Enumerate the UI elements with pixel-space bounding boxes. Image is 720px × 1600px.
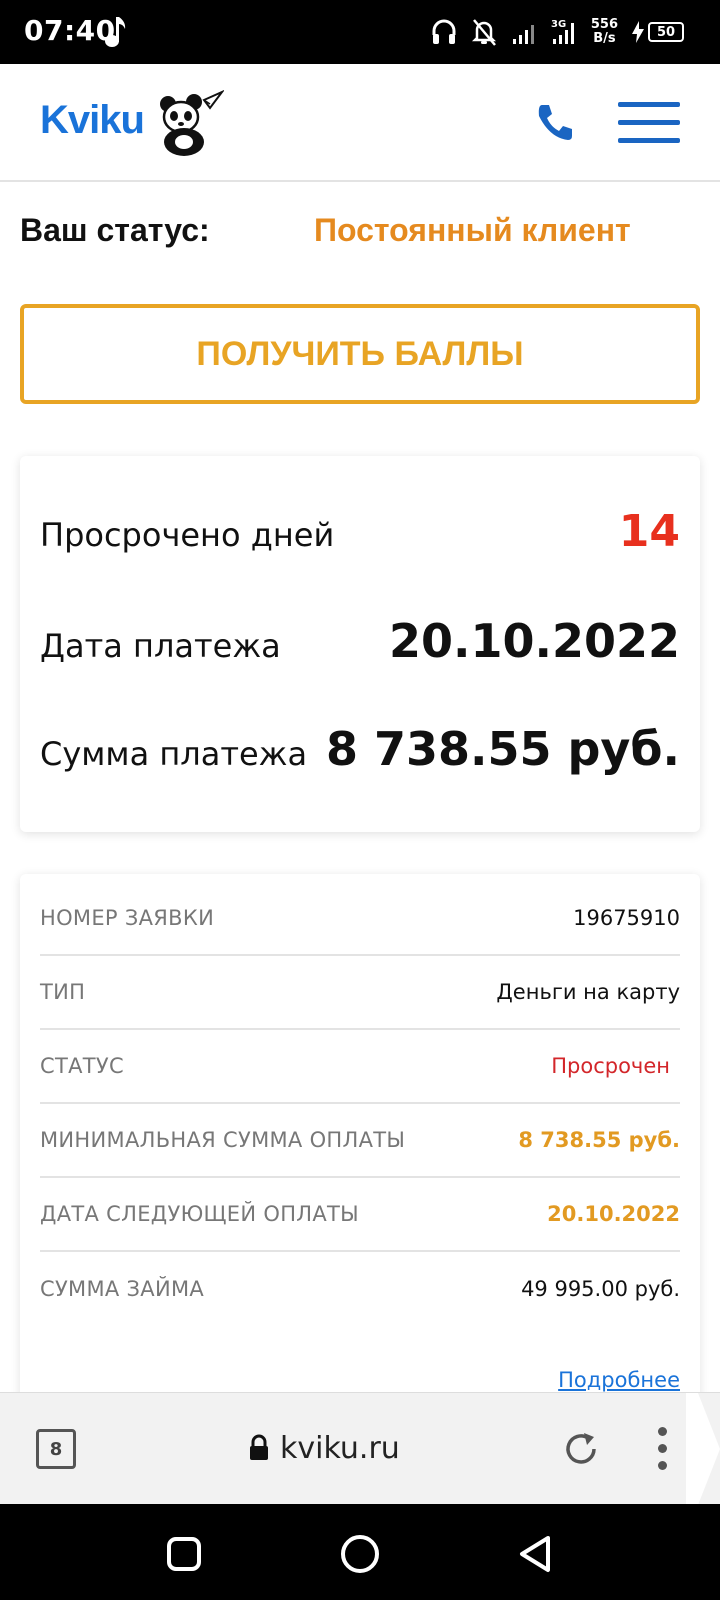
tabs-button[interactable]: 8 <box>36 1429 76 1469</box>
overdue-days-label: Просрочено дней <box>40 516 335 554</box>
site-header: Kviku <box>0 64 720 182</box>
table-row: ТИП Деньги на карту <box>40 956 680 1030</box>
table-row: СУММА ЗАЙМА 49 995.00 руб. <box>40 1252 680 1326</box>
payment-amount-value: 8 738.55 руб. <box>325 722 680 776</box>
home-icon[interactable] <box>338 1532 382 1576</box>
loan-amount-label: СУММА ЗАЙМА <box>40 1277 205 1301</box>
status-value: Постоянный клиент <box>314 212 631 248</box>
battery: 50 <box>632 21 684 43</box>
table-row: НОМЕР ЗАЯВКИ 19675910 <box>40 882 680 956</box>
reload-icon[interactable] <box>562 1429 600 1469</box>
network-type-label: 3G <box>551 19 566 30</box>
headphones-icon <box>432 19 456 44</box>
status-label: Ваш статус: <box>20 212 210 248</box>
loan-amount-value: 49 995.00 руб. <box>521 1277 680 1301</box>
panda-logo-icon <box>160 90 224 156</box>
payment-date-row: Дата платежа 20.10.2022 <box>40 614 680 668</box>
net-speed-value: 556 <box>590 17 618 32</box>
charging-icon <box>632 21 644 43</box>
status-bar: 07:40 3G 556 B/s 50 <box>0 0 720 64</box>
net-speed: 556 B/s <box>591 18 618 46</box>
url-text: kviku.ru <box>280 1430 400 1466</box>
music-note-icon <box>105 17 126 47</box>
payment-date-value: 20.10.2022 <box>388 614 680 668</box>
payment-date-label: Дата платежа <box>40 627 281 665</box>
phone-icon[interactable] <box>536 102 574 142</box>
signal-icon <box>512 25 534 44</box>
loan-status-label: СТАТУС <box>40 1054 124 1078</box>
overdue-days-value: 14 <box>618 506 680 557</box>
more-details-link[interactable]: Подробнее <box>558 1368 680 1392</box>
next-payment-date-label: ДАТА СЛЕДУЮЩЕЙ ОПЛАТЫ <box>40 1202 359 1226</box>
kviku-logo[interactable]: Kviku <box>40 90 224 160</box>
overdue-days-row: Просрочено дней 14 <box>40 506 680 557</box>
next-payment-date-value: 20.10.2022 <box>547 1202 680 1226</box>
table-row: ДАТА СЛЕДУЮЩЕЙ ОПЛАТЫ 20.10.2022 <box>40 1178 680 1252</box>
back-icon[interactable] <box>514 1532 558 1576</box>
min-payment-label: МИНИМАЛЬНАЯ СУММА ОПЛАТЫ <box>40 1128 406 1152</box>
recent-apps-icon[interactable] <box>162 1532 206 1576</box>
status-time: 07:40 <box>24 14 116 47</box>
browser-toolbar: 8 kviku.ru <box>0 1392 720 1505</box>
table-row: МИНИМАЛЬНАЯ СУММА ОПЛАТЫ 8 738.55 руб. <box>40 1104 680 1178</box>
type-value: Деньги на карту <box>496 980 680 1004</box>
signal-3g-icon: 3G <box>551 19 574 44</box>
payment-summary-card: Просрочено дней 14 Дата платежа 20.10.20… <box>20 456 700 832</box>
loan-details-card: НОМЕР ЗАЯВКИ 19675910 ТИП Деньги на карт… <box>20 874 700 1434</box>
navigation-bar <box>0 1504 720 1600</box>
application-number-label: НОМЕР ЗАЯВКИ <box>40 906 215 930</box>
bell-off-icon <box>471 19 496 46</box>
more-options-icon[interactable] <box>650 1427 674 1471</box>
logo-text: Kviku <box>40 98 145 142</box>
address-bar[interactable]: kviku.ru <box>248 1423 400 1473</box>
application-number-value: 19675910 <box>573 906 680 930</box>
net-speed-unit: B/s <box>593 31 616 46</box>
payment-amount-label: Сумма платежа <box>40 735 308 773</box>
menu-icon[interactable] <box>618 102 680 144</box>
payment-amount-row: Сумма платежа 8 738.55 руб. <box>40 722 680 776</box>
browser-edge-decoration <box>686 1393 720 1505</box>
table-row: СТАТУС Просрочен <box>40 1030 680 1104</box>
battery-icon: 50 <box>648 22 684 42</box>
lock-icon <box>250 1434 268 1460</box>
loan-status-value: Просрочен <box>551 1054 670 1078</box>
status-icons: 3G 556 B/s 50 <box>431 14 684 50</box>
min-payment-value: 8 738.55 руб. <box>518 1128 680 1152</box>
type-label: ТИП <box>40 980 86 1004</box>
get-points-button[interactable]: ПОЛУЧИТЬ БАЛЛЫ <box>20 304 700 404</box>
